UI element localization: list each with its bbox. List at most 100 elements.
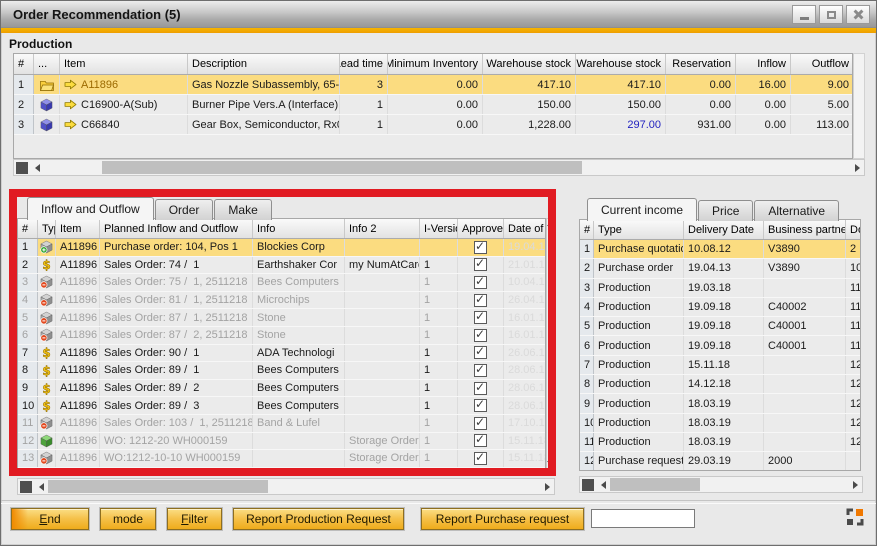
- production-table-hscrollbar[interactable]: [13, 159, 865, 176]
- item-code-link[interactable]: C16900-A(Sub): [81, 99, 157, 111]
- table-row[interactable]: 7Production15.11.1812: [580, 356, 860, 375]
- scrollbar-thumb[interactable]: [102, 161, 582, 174]
- scroll-left-button[interactable]: [34, 479, 48, 494]
- blocked-cube-icon: [40, 328, 53, 342]
- approved-checkbox[interactable]: [474, 258, 487, 271]
- item-code-link[interactable]: A11896: [81, 79, 118, 91]
- info-cell: ADA Technologi: [253, 345, 345, 362]
- scrollbar-split-box[interactable]: [582, 479, 594, 491]
- table-cell: 1,228.00: [483, 115, 576, 134]
- current-income-tab-0[interactable]: Current income: [587, 198, 697, 221]
- table-row[interactable]: 3Production19.03.1811: [580, 279, 860, 298]
- i-version-cell: 1: [420, 397, 458, 414]
- report-production-request-button[interactable]: Report Production Request: [233, 508, 404, 530]
- current-income-hscrollbar[interactable]: [579, 476, 863, 493]
- scrollbar-thumb[interactable]: [548, 233, 554, 293]
- approved-checkbox[interactable]: [474, 276, 487, 289]
- table-row[interactable]: 4 A11896Sales Order: 81 / 1, 2511218Micr…: [18, 292, 545, 310]
- document-cell: 11: [846, 298, 861, 316]
- scroll-right-button[interactable]: [848, 477, 862, 492]
- end-button[interactable]: End: [11, 508, 89, 530]
- table-row[interactable]: 5Production19.09.18C4000111: [580, 317, 860, 336]
- row-number-cell: 6: [18, 327, 38, 344]
- table-row[interactable]: 11 A11896Sales Order: 103 / 1, 2511218Ba…: [18, 415, 545, 433]
- current-income-tab-2[interactable]: Alternative: [754, 200, 839, 221]
- production-table-vscrollbar[interactable]: [853, 53, 865, 159]
- table-row[interactable]: 10Production18.03.1912: [580, 414, 860, 433]
- table-row[interactable]: 9$A11896Sales Order: 89 / 2Bees Computer…: [18, 380, 545, 398]
- approved-checkbox[interactable]: [474, 364, 487, 377]
- approved-checkbox[interactable]: [474, 241, 487, 254]
- approved-cell: [458, 433, 504, 450]
- item-code-cell[interactable]: C16900-A(Sub): [60, 95, 188, 114]
- folder-icon: [40, 79, 54, 91]
- minimize-button[interactable]: [792, 5, 816, 24]
- table-cell[interactable]: 297.00: [576, 115, 666, 134]
- inflow-outflow-vscrollbar[interactable]: [546, 218, 556, 471]
- table-row[interactable]: 3 C66840Gear Box, Semiconductor, Rx0710.…: [14, 115, 852, 135]
- approved-checkbox[interactable]: [474, 382, 487, 395]
- table-row[interactable]: 7$A11896Sales Order: 90 / 1ADA Technolog…: [18, 345, 545, 363]
- inflow-outflow-tab-2[interactable]: Make: [214, 199, 271, 220]
- table-row[interactable]: 1 A11896Purchase order: 104, Pos 1Blocki…: [18, 239, 545, 257]
- table-row[interactable]: 9Production18.03.1912: [580, 394, 860, 413]
- current-income-header: #TypeDelivery DateBusiness partnerDo: [580, 220, 860, 240]
- item-type-cell: [34, 75, 60, 94]
- table-row[interactable]: 12Purchase request29.03.192000: [580, 452, 860, 471]
- scrollbar-thumb[interactable]: [48, 480, 268, 493]
- maximize-button[interactable]: [819, 5, 843, 24]
- table-row[interactable]: 12 A11896WO: 1212-20 WH000159Storage Ord…: [18, 433, 545, 451]
- approved-checkbox[interactable]: [474, 346, 487, 359]
- mode-button[interactable]: mode: [100, 508, 156, 530]
- svg-text:$: $: [42, 382, 50, 395]
- approved-checkbox[interactable]: [474, 399, 487, 412]
- approved-checkbox[interactable]: [474, 417, 487, 430]
- titlebar[interactable]: Order Recommendation (5): [1, 1, 876, 28]
- table-row[interactable]: 5 A11896Sales Order: 87 / 1, 2511218Ston…: [18, 309, 545, 327]
- close-button[interactable]: [846, 5, 870, 24]
- column-header: Outflow: [791, 54, 853, 74]
- table-row[interactable]: 13 A11896WO:1212-10-10 WH000159Storage O…: [18, 450, 545, 468]
- table-row[interactable]: 1Purchase quotatio10.08.12V38902: [580, 240, 860, 259]
- table-row[interactable]: 8$A11896Sales Order: 89 / 1Bees Computer…: [18, 362, 545, 380]
- report-purchase-request-button[interactable]: Report Purchase request: [421, 508, 584, 530]
- filter-button[interactable]: Filter: [167, 508, 222, 530]
- scroll-left-button[interactable]: [30, 160, 44, 175]
- info-cell: Microchips: [253, 292, 345, 309]
- table-row[interactable]: 3 A11896Sales Order: 75 / 1, 2511218Bees…: [18, 274, 545, 292]
- table-row[interactable]: 8Production14.12.1812: [580, 375, 860, 394]
- table-row[interactable]: 4Production19.09.18C4000211: [580, 298, 860, 317]
- table-row[interactable]: 2$A11896Sales Order: 74 / 1Earthshaker C…: [18, 257, 545, 275]
- table-row[interactable]: 1A11896Gas Nozzle Subassembly, 65-502543…: [14, 75, 852, 95]
- table-row[interactable]: 6Production19.09.18C4000111: [580, 336, 860, 355]
- delivery-date-cell: 29.03.19: [684, 452, 764, 470]
- current-income-tab-1[interactable]: Price: [698, 200, 753, 221]
- scroll-right-button[interactable]: [540, 479, 554, 494]
- expand-panel-icon[interactable]: [846, 508, 864, 526]
- scroll-right-button[interactable]: [850, 160, 864, 175]
- item-code-cell[interactable]: C66840: [60, 115, 188, 134]
- scrollbar-split-box[interactable]: [20, 481, 32, 493]
- inflow-outflow-tab-1[interactable]: Order: [155, 199, 214, 220]
- approved-checkbox[interactable]: [474, 434, 487, 447]
- approved-checkbox[interactable]: [474, 311, 487, 324]
- table-row[interactable]: 11Production18.03.1912: [580, 433, 860, 452]
- inflow-outflow-tab-0[interactable]: Inflow and Outflow: [27, 197, 154, 220]
- column-header: Approved: [458, 219, 504, 238]
- item-code-cell[interactable]: A11896: [60, 75, 188, 94]
- scrollbar-split-box[interactable]: [16, 162, 28, 174]
- table-row[interactable]: 2 C16900-A(Sub)Burner Pipe Vers.A (Inter…: [14, 95, 852, 115]
- column-header: Inflow: [736, 54, 791, 74]
- table-row[interactable]: 6 A11896Sales Order: 87 / 2, 2511218Ston…: [18, 327, 545, 345]
- scroll-left-button[interactable]: [596, 477, 610, 492]
- table-row[interactable]: 2Purchase order19.04.13V389010: [580, 259, 860, 278]
- scrollbar-thumb[interactable]: [610, 478, 700, 491]
- approved-checkbox[interactable]: [474, 452, 487, 465]
- approved-checkbox[interactable]: [474, 294, 487, 307]
- footer-text-input[interactable]: [591, 509, 695, 528]
- table-row[interactable]: 10$A11896Sales Order: 89 / 3Bees Compute…: [18, 397, 545, 415]
- approved-checkbox[interactable]: [474, 329, 487, 342]
- info2-cell: [345, 380, 420, 397]
- inflow-outflow-hscrollbar[interactable]: [17, 478, 555, 495]
- item-code-link[interactable]: C66840: [81, 119, 120, 131]
